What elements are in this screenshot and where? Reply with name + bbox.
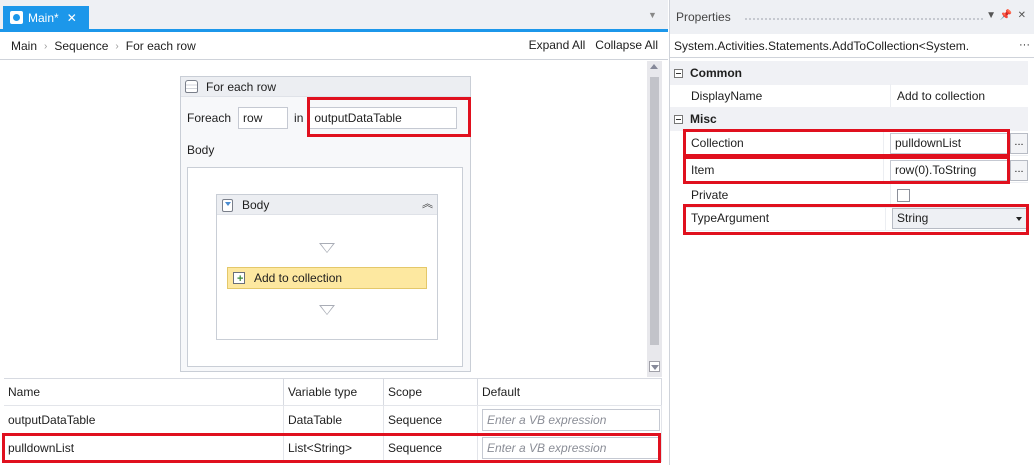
add-to-collection-label: Add to collection (254, 271, 343, 285)
scrollbar-thumb[interactable] (650, 77, 659, 345)
property-row-typeargument[interactable]: TypeArgument String (684, 205, 1028, 231)
column-header-variable-type[interactable]: Variable type (284, 379, 384, 405)
in-label: in (294, 111, 304, 125)
collapse-category-icon[interactable] (674, 114, 683, 124)
breadcrumb: Main › Sequence › For each row (11, 39, 196, 53)
properties-title: Properties (676, 10, 731, 24)
breadcrumb-separator-icon: › (44, 40, 48, 52)
breadcrumb-separator-icon: › (115, 40, 119, 52)
collapse-all-button[interactable]: Collapse All (595, 38, 658, 52)
more-icon: ··· (1019, 39, 1030, 51)
breadcrumb-item-main[interactable]: Main (11, 39, 37, 53)
body-sequence-activity[interactable]: Body ︽ Add to collection (216, 194, 438, 340)
body-label: Body (187, 143, 215, 157)
close-icon[interactable]: ✕ (67, 11, 77, 25)
body-drop-area[interactable]: Body ︽ Add to collection (187, 167, 463, 367)
collection-ellipsis-button[interactable]: ... (1010, 132, 1028, 154)
variable-type-cell[interactable]: List<String> (284, 434, 384, 461)
variables-header-row: Name Variable type Scope Default (4, 378, 662, 406)
default-expression-input[interactable]: Enter a VB expression (482, 436, 660, 459)
body-sequence-title: Body (242, 197, 270, 212)
tab-main-label: Main* (28, 10, 59, 25)
column-header-scope[interactable]: Scope (384, 379, 478, 405)
pin-icon[interactable]: 📌 (1000, 10, 1012, 21)
displayname-value[interactable]: Add to collection (890, 83, 1028, 109)
property-name: Item (691, 163, 715, 177)
collection-expression-input[interactable]: outputDataTable (307, 107, 458, 129)
database-icon (185, 80, 198, 93)
panel-grip[interactable] (744, 17, 984, 21)
drop-point-arrow-icon[interactable] (319, 305, 335, 315)
for-each-row-activity[interactable]: For each row Foreach row in outputDataTa… (180, 76, 471, 372)
designer-vertical-scrollbar[interactable] (647, 61, 662, 377)
default-expression-input[interactable]: Enter a VB expression (482, 408, 660, 431)
property-name: Private (691, 188, 729, 202)
sequence-icon (220, 198, 234, 212)
variables-panel: Name Variable type Scope Default outputD… (4, 378, 662, 465)
variable-name-cell[interactable]: pulldownList (4, 434, 284, 461)
property-row-displayname[interactable]: DisplayName Add to collection (684, 83, 1028, 109)
add-to-collection-activity[interactable]: Add to collection (227, 267, 427, 289)
private-checkbox[interactable] (897, 188, 910, 202)
drop-point-arrow-icon[interactable] (319, 243, 335, 253)
properties-title-bar: Properties ▼ 📌 ✕ (670, 0, 1034, 34)
scroll-up-icon[interactable] (650, 64, 658, 69)
workflow-document-icon (10, 11, 23, 24)
category-misc[interactable]: Misc (670, 107, 1028, 131)
activity-type-name: System.Activities.Statements.AddToCollec… (674, 38, 970, 53)
category-common[interactable]: Common (670, 61, 1028, 85)
expand-all-button[interactable]: Expand All (529, 38, 586, 52)
property-name: DisplayName (691, 89, 763, 103)
typeargument-select[interactable]: String (892, 207, 1028, 229)
scroll-down-icon[interactable] (649, 361, 660, 372)
category-common-label: Common (690, 66, 742, 80)
add-to-collection-icon (232, 271, 246, 285)
item-ellipsis-button[interactable]: ... (1010, 159, 1028, 181)
property-row-item[interactable]: Item row(0).ToString ... (684, 157, 1028, 183)
breadcrumb-item-for-each-row[interactable]: For each row (126, 39, 196, 53)
for-each-row-title: For each row (206, 79, 277, 94)
variable-default-cell: Enter a VB expression (478, 406, 662, 433)
category-misc-label: Misc (690, 112, 717, 126)
column-header-name[interactable]: Name (4, 379, 284, 405)
collapse-icon[interactable]: ︽ (422, 197, 433, 211)
variable-default-cell: Enter a VB expression (478, 434, 662, 461)
item-value-input[interactable]: row(0).ToString (890, 159, 1008, 181)
tab-main[interactable]: Main* ✕ (3, 6, 89, 29)
close-icon[interactable]: ✕ (1018, 10, 1026, 21)
property-row-collection[interactable]: Collection pulldownList ... (684, 130, 1028, 156)
body-sequence-header[interactable]: Body ︽ (217, 195, 437, 215)
column-header-default[interactable]: Default (478, 379, 662, 405)
selected-activity-type: System.Activities.Statements.AddToCollec… (670, 34, 1034, 58)
table-row[interactable]: pulldownList List<String> Sequence Enter… (4, 434, 662, 462)
variable-scope-cell[interactable]: Sequence (384, 406, 478, 433)
collapse-category-icon[interactable] (674, 68, 683, 78)
variable-type-cell[interactable]: DataTable (284, 406, 384, 433)
collection-value-input[interactable]: pulldownList (890, 132, 1008, 154)
foreach-label: Foreach (187, 111, 232, 125)
variable-scope-cell[interactable]: Sequence (384, 434, 478, 461)
item-variable-input[interactable]: row (238, 107, 289, 129)
properties-panel: Properties ▼ 📌 ✕ System.Activities.State… (669, 0, 1034, 465)
breadcrumb-bar: Main › Sequence › For each row Expand Al… (0, 32, 668, 60)
variable-name-cell[interactable]: outputDataTable (4, 406, 284, 433)
table-row[interactable]: outputDataTable DataTable Sequence Enter… (4, 406, 662, 434)
property-name: Collection (691, 136, 744, 150)
chevron-down-icon[interactable]: ▼ (648, 10, 657, 20)
property-name: TypeArgument (691, 211, 770, 225)
panel-dropdown-icon[interactable]: ▼ (986, 10, 996, 21)
breadcrumb-item-sequence[interactable]: Sequence (54, 39, 108, 53)
for-each-row-header[interactable]: For each row (181, 77, 470, 97)
property-row-private[interactable]: Private (684, 182, 1028, 208)
document-tabstrip: Main* ✕ ▼ (0, 0, 668, 32)
